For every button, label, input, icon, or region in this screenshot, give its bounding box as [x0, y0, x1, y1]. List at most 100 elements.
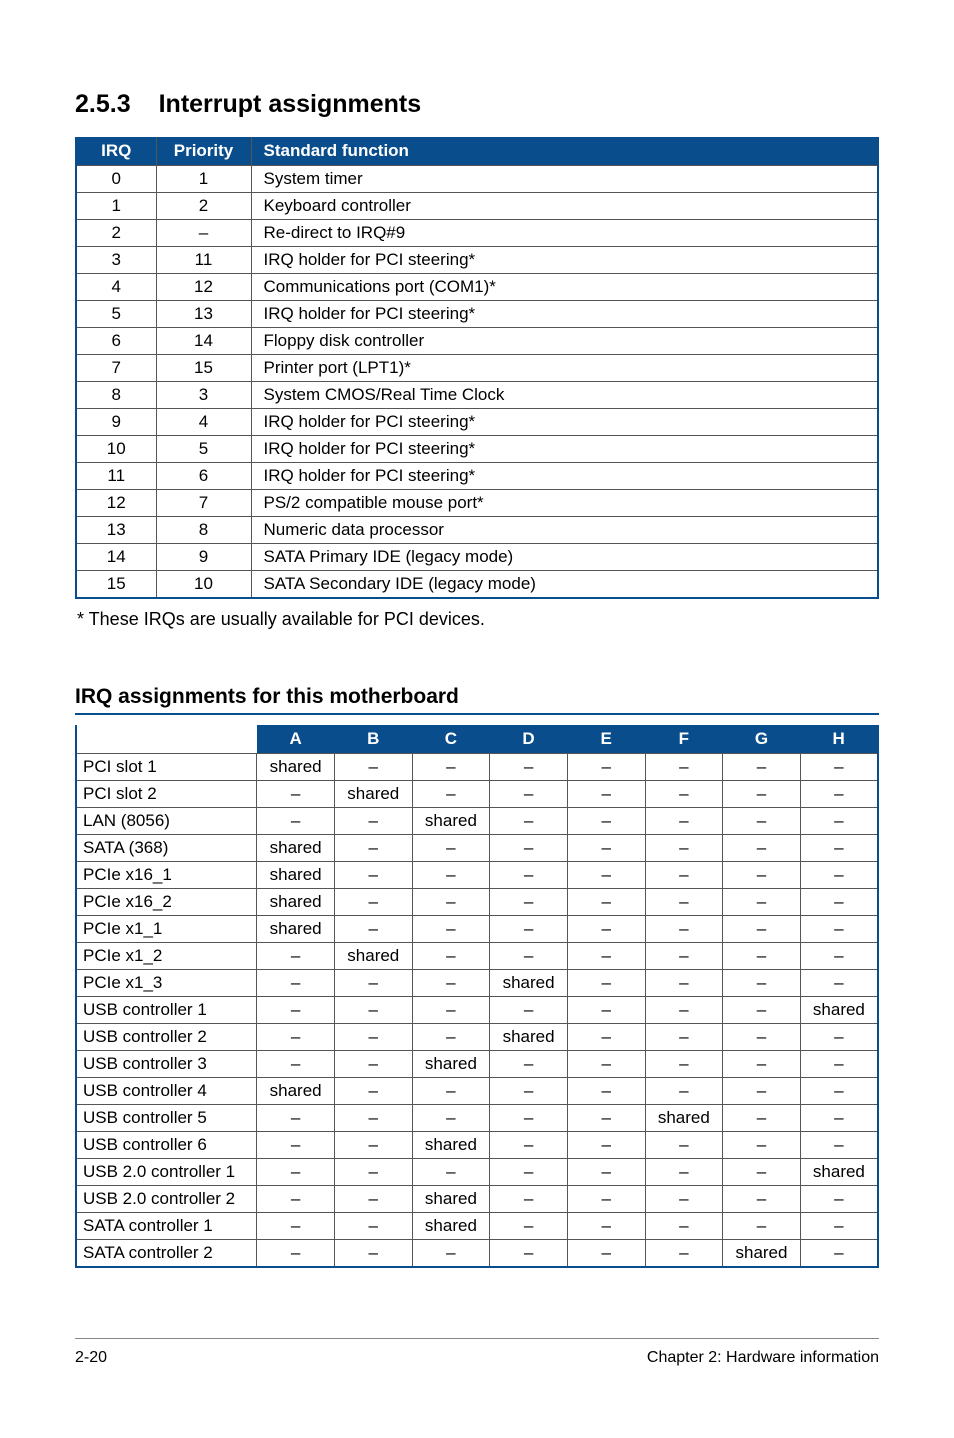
cell-value: – — [567, 754, 645, 781]
cell-irq: 10 — [76, 436, 156, 463]
col-header-function: Standard function — [251, 137, 878, 166]
cell-value: – — [490, 997, 568, 1024]
cell-irq: 5 — [76, 301, 156, 328]
cell-value: – — [567, 1078, 645, 1105]
cell-value: – — [412, 1159, 490, 1186]
cell-device: USB controller 3 — [76, 1051, 257, 1078]
col-header-c: C — [412, 725, 490, 754]
table-row: 513IRQ holder for PCI steering* — [76, 301, 878, 328]
irq-motherboard-table: A B C D E F G H PCI slot 1shared–––––––P… — [75, 725, 879, 1268]
cell-value: – — [412, 781, 490, 808]
cell-value: shared — [257, 862, 335, 889]
table-row: PCIe x16_2shared––––––– — [76, 889, 878, 916]
cell-value: – — [490, 1051, 568, 1078]
page-number: 2-20 — [75, 1349, 107, 1367]
table-row: PCI slot 2–shared–––––– — [76, 781, 878, 808]
cell-irq: 15 — [76, 571, 156, 599]
cell-value: – — [800, 943, 878, 970]
cell-priority: 10 — [156, 571, 251, 599]
cell-irq: 7 — [76, 355, 156, 382]
cell-value: – — [490, 862, 568, 889]
cell-value: – — [645, 1078, 723, 1105]
cell-value: – — [800, 1078, 878, 1105]
cell-function: SATA Primary IDE (legacy mode) — [251, 544, 878, 571]
col-header-f: F — [645, 725, 723, 754]
cell-irq: 13 — [76, 517, 156, 544]
cell-value: – — [567, 1213, 645, 1240]
cell-value: – — [334, 808, 412, 835]
cell-value: shared — [412, 1132, 490, 1159]
cell-value: – — [723, 997, 801, 1024]
cell-value: – — [334, 1186, 412, 1213]
col-header-g: G — [723, 725, 801, 754]
table-row: SATA (368)shared––––––– — [76, 835, 878, 862]
cell-value: shared — [334, 781, 412, 808]
cell-value: – — [567, 889, 645, 916]
cell-value: – — [567, 1132, 645, 1159]
cell-value: – — [645, 1024, 723, 1051]
cell-value: – — [412, 754, 490, 781]
cell-irq: 4 — [76, 274, 156, 301]
cell-value: – — [257, 970, 335, 997]
cell-value: – — [567, 1240, 645, 1268]
cell-value: – — [412, 970, 490, 997]
cell-priority: 14 — [156, 328, 251, 355]
cell-value: – — [490, 1078, 568, 1105]
cell-value: shared — [645, 1105, 723, 1132]
cell-function: IRQ holder for PCI steering* — [251, 409, 878, 436]
cell-priority: 13 — [156, 301, 251, 328]
cell-value: – — [645, 1213, 723, 1240]
cell-value: – — [645, 889, 723, 916]
table-row: PCI slot 1shared––––––– — [76, 754, 878, 781]
cell-value: – — [567, 835, 645, 862]
cell-device: SATA (368) — [76, 835, 257, 862]
cell-value: shared — [257, 835, 335, 862]
cell-value: – — [723, 1186, 801, 1213]
cell-value: shared — [723, 1240, 801, 1268]
cell-value: shared — [257, 754, 335, 781]
cell-value: – — [800, 1240, 878, 1268]
cell-value: – — [334, 916, 412, 943]
cell-device: SATA controller 1 — [76, 1213, 257, 1240]
cell-value: – — [257, 1240, 335, 1268]
col-header-h: H — [800, 725, 878, 754]
cell-value: – — [412, 916, 490, 943]
cell-value: – — [490, 1159, 568, 1186]
cell-value: – — [645, 1159, 723, 1186]
table-row: 715Printer port (LPT1)* — [76, 355, 878, 382]
cell-value: – — [723, 1159, 801, 1186]
table-row: 83System CMOS/Real Time Clock — [76, 382, 878, 409]
table-row: SATA controller 2––––––shared– — [76, 1240, 878, 1268]
cell-value: – — [257, 1213, 335, 1240]
cell-value: – — [645, 808, 723, 835]
cell-value: – — [334, 997, 412, 1024]
table-row: PCIe x1_3–––shared–––– — [76, 970, 878, 997]
table-row: 2–Re-direct to IRQ#9 — [76, 220, 878, 247]
table-row: 1510SATA Secondary IDE (legacy mode) — [76, 571, 878, 599]
cell-value: – — [257, 997, 335, 1024]
cell-value: – — [645, 1186, 723, 1213]
cell-value: – — [723, 1051, 801, 1078]
cell-function: System CMOS/Real Time Clock — [251, 382, 878, 409]
cell-value: – — [412, 835, 490, 862]
cell-device: USB 2.0 controller 2 — [76, 1186, 257, 1213]
cell-value: – — [490, 943, 568, 970]
table-row: USB controller 1–––––––shared — [76, 997, 878, 1024]
cell-function: Re-direct to IRQ#9 — [251, 220, 878, 247]
cell-value: – — [257, 1105, 335, 1132]
cell-priority: 9 — [156, 544, 251, 571]
table-row: SATA controller 1––shared––––– — [76, 1213, 878, 1240]
table-header-row: A B C D E F G H — [76, 725, 878, 754]
cell-value: – — [490, 781, 568, 808]
cell-value: – — [567, 1051, 645, 1078]
cell-device: LAN (8056) — [76, 808, 257, 835]
cell-value: – — [257, 943, 335, 970]
cell-value: – — [412, 862, 490, 889]
table-row: PCIe x1_2–shared–––––– — [76, 943, 878, 970]
cell-value: – — [645, 1240, 723, 1268]
cell-value: – — [800, 781, 878, 808]
cell-value: – — [645, 997, 723, 1024]
cell-function: PS/2 compatible mouse port* — [251, 490, 878, 517]
cell-value: – — [800, 1213, 878, 1240]
cell-value: – — [412, 943, 490, 970]
